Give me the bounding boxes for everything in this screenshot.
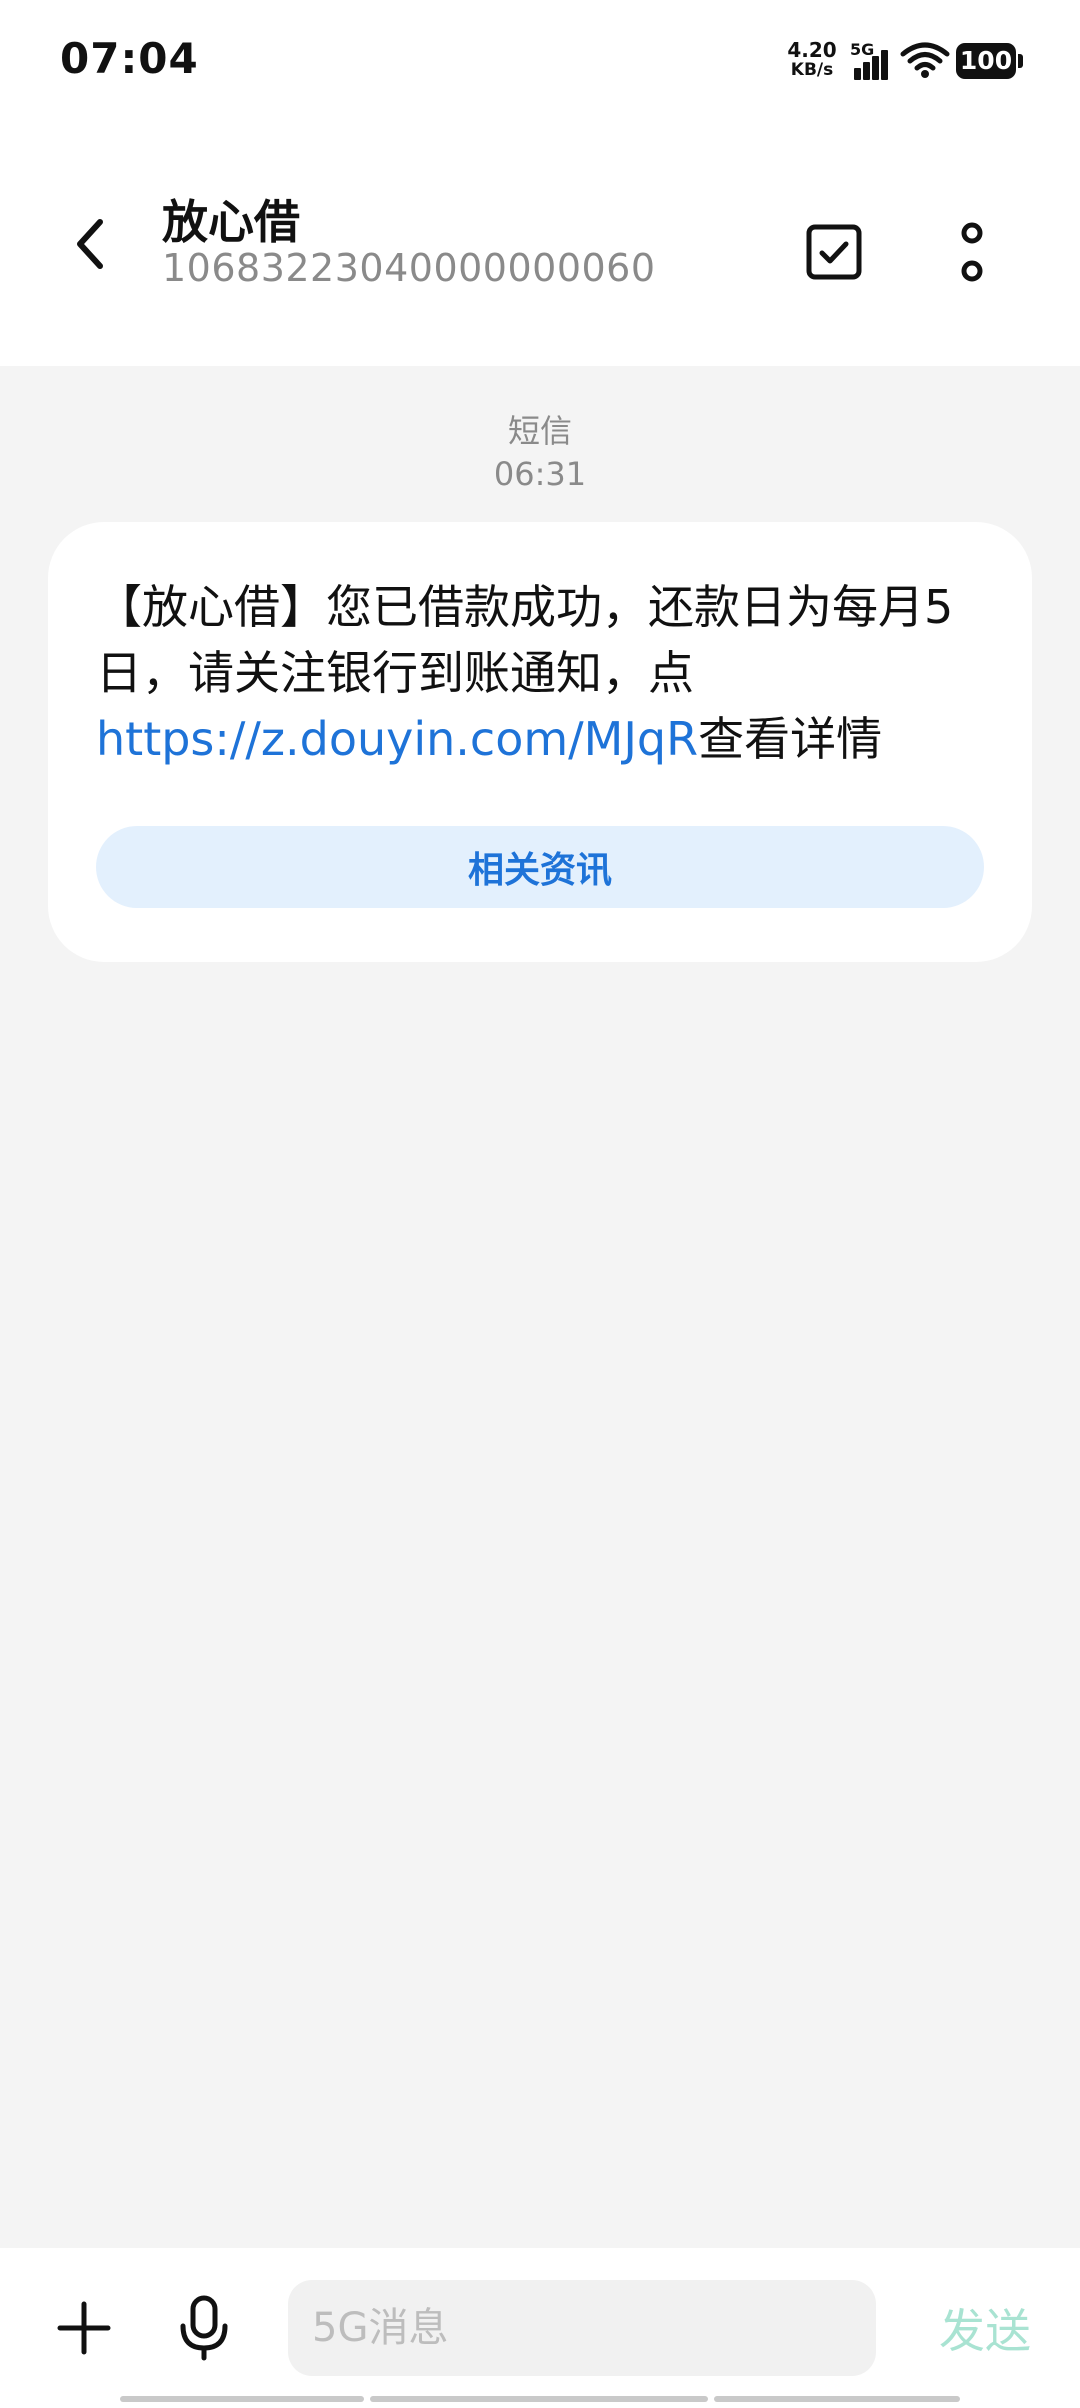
battery-indicator: 100: [956, 43, 1023, 79]
message-meta: 短信 06:31: [0, 410, 1080, 496]
message-text: 【放心借】您已借款成功，还款日为每月5日，请关注银行到账通知，点 https://…: [96, 574, 996, 772]
network-speed: 4.20 KB/s: [786, 40, 838, 80]
gesture-bar-center: [370, 2396, 708, 2402]
network-speed-value: 4.20: [787, 38, 837, 62]
send-button[interactable]: 发送: [930, 2288, 1040, 2368]
plus-icon: [57, 2301, 111, 2355]
conversation-header: 放心借 10683223040000000060: [0, 120, 1080, 366]
back-button[interactable]: [50, 204, 130, 284]
message-input[interactable]: [288, 2280, 876, 2376]
message-thread[interactable]: 短信 06:31 【放心借】您已借款成功，还款日为每月5日，请关注银行到账通知，…: [0, 366, 1080, 2248]
network-type: 5G: [850, 40, 875, 59]
microphone-icon: [180, 2295, 228, 2361]
message-text-after-link: 查看详情: [698, 712, 883, 766]
message-composer: 发送: [0, 2248, 1080, 2408]
gesture-bar-left: [120, 2396, 364, 2402]
message-type: 短信: [507, 412, 572, 450]
related-news-button[interactable]: 相关资讯: [96, 826, 984, 908]
gesture-bar-right: [714, 2396, 960, 2402]
status-time: 07:04: [60, 34, 199, 83]
more-vertical-icon: [961, 222, 983, 282]
wifi-icon: [900, 40, 950, 80]
message-time: 06:31: [493, 455, 587, 493]
multi-select-button[interactable]: [792, 210, 876, 294]
attach-button[interactable]: [44, 2288, 124, 2368]
message-link[interactable]: https://z.douyin.com/MJqR: [96, 712, 698, 766]
chevron-left-icon: [77, 219, 103, 269]
voice-input-button[interactable]: [164, 2288, 244, 2368]
cellular-signal-icon: 5G: [850, 40, 894, 82]
status-bar: 07:04 4.20 KB/s 5G 100: [0, 0, 1080, 120]
message-text-before-link: 【放心借】您已借款成功，还款日为每月5日，请关注银行到账通知，点: [96, 580, 954, 700]
message-bubble[interactable]: 【放心借】您已借款成功，还款日为每月5日，请关注银行到账通知，点 https://…: [48, 522, 1032, 962]
contact-number: 10683223040000000060: [162, 246, 656, 290]
network-speed-unit: KB/s: [790, 60, 834, 80]
more-options-button[interactable]: [930, 210, 1014, 294]
contact-name: 放心借: [162, 195, 300, 249]
checkbox-icon: [806, 224, 862, 280]
